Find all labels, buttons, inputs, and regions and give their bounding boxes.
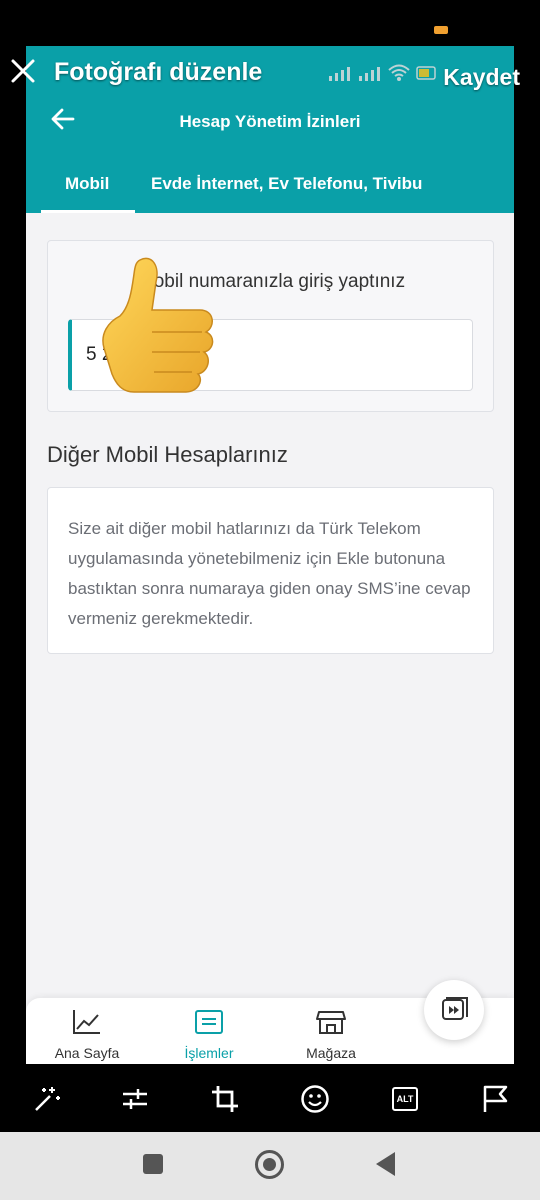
nav-label-store: Mağaza (306, 1045, 356, 1061)
crop-icon[interactable] (208, 1082, 242, 1116)
list-card-icon (195, 1010, 223, 1034)
thumbs-up-emoji-icon (102, 257, 214, 393)
system-nav-bar (0, 1132, 540, 1200)
editor-toolbar: ALT (0, 1064, 540, 1132)
save-button[interactable]: Kaydet (443, 64, 520, 91)
notification-dot (434, 26, 448, 34)
other-accounts-description: Size ait diğer mobil hatlarınızı da Türk… (68, 519, 471, 628)
battery-icon (416, 66, 436, 80)
media-fab-button[interactable] (424, 980, 484, 1040)
editor-title: Fotoğrafı düzenle (54, 58, 263, 86)
recent-apps-icon[interactable] (143, 1154, 163, 1174)
flag-icon[interactable] (478, 1082, 512, 1116)
nav-item-store[interactable]: Mağaza (276, 1008, 386, 1061)
nav-label-operations: İşlemler (184, 1045, 234, 1061)
nav-label-home: Ana Sayfa (54, 1045, 120, 1061)
other-accounts-card: Size ait diğer mobil hatlarınızı da Türk… (47, 487, 494, 654)
nav-item-home[interactable]: Ana Sayfa (32, 1008, 142, 1061)
page-title: Hesap Yönetim İzinleri (179, 112, 361, 131)
signal-icon-2 (359, 67, 380, 81)
tab-mobil[interactable]: Mobil (65, 174, 109, 194)
back-icon[interactable] (376, 1152, 395, 1176)
wifi-icon (388, 64, 410, 81)
sliders-icon[interactable] (118, 1082, 152, 1116)
status-icons (328, 64, 438, 82)
alt-text-icon: ALT (392, 1087, 418, 1111)
emoji-icon[interactable] (298, 1082, 332, 1116)
signal-icon (329, 67, 350, 81)
play-cards-icon (442, 997, 468, 1020)
nav-item-operations[interactable]: İşlemler (154, 1008, 264, 1061)
editor-top-bar: Fotoğrafı düzenle Kaydet (0, 0, 540, 110)
chart-line-icon (73, 1010, 100, 1034)
home-icon[interactable] (255, 1150, 284, 1179)
alt-text-button[interactable]: ALT (388, 1082, 422, 1116)
store-icon (316, 1011, 346, 1034)
tab-home-internet[interactable]: Evde İnternet, Ev Telefonu, Tivibu (151, 174, 422, 194)
close-icon[interactable] (10, 58, 36, 84)
magic-wand-icon[interactable] (30, 1082, 64, 1116)
active-tab-indicator (41, 210, 135, 213)
other-accounts-title: Diğer Mobil Hesaplarınız (47, 442, 288, 467)
app-screenshot: Hesap Yönetim İzinleri Mobil Evde İntern… (26, 46, 514, 1064)
